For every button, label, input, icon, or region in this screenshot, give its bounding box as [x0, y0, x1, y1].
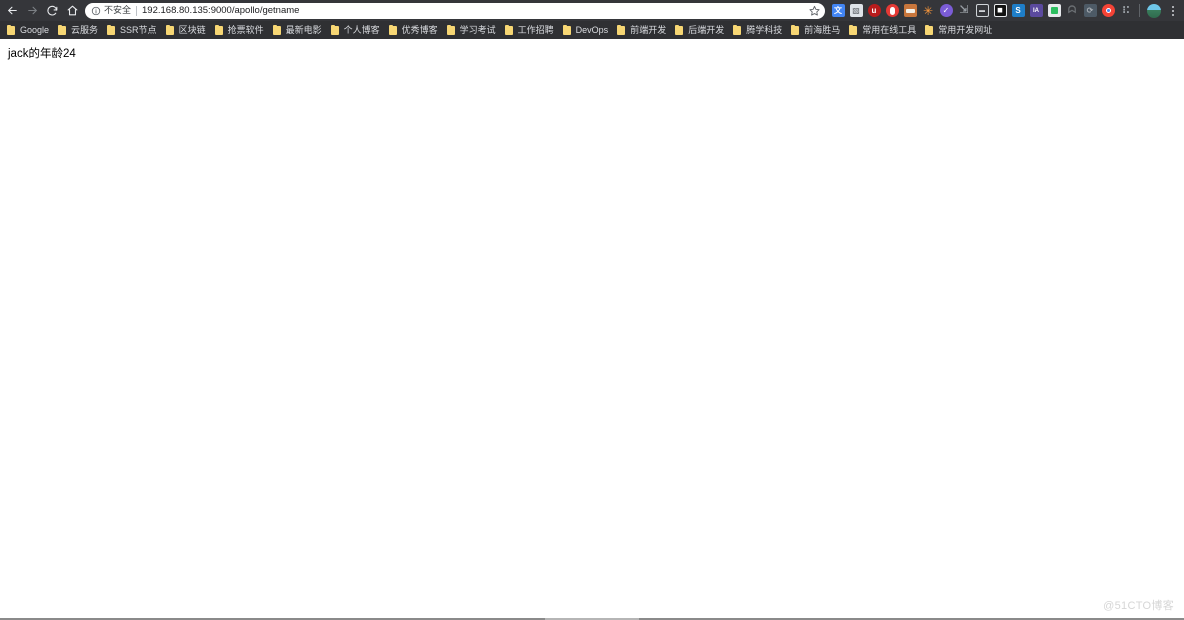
forward-button[interactable]	[22, 1, 42, 21]
page-body-text: jack的年龄24	[8, 48, 76, 60]
bookmark-item[interactable]: 常用在线工具	[845, 23, 921, 38]
google-translate-extension[interactable]: 文	[829, 0, 847, 21]
mouse-gestures-extension[interactable]: ⇲	[955, 0, 973, 21]
bookmark-folder-icon	[675, 24, 684, 35]
bookmark-folder-icon	[562, 24, 571, 35]
bookmark-item[interactable]: 工作招聘	[501, 23, 559, 38]
bookmark-label: 常用开发网址	[938, 24, 993, 35]
bookmark-label: 学习考试	[459, 24, 496, 35]
bookmark-item[interactable]: 抢票软件	[211, 23, 269, 38]
bookmark-folder-icon	[733, 24, 742, 35]
toolbar-divider	[1139, 4, 1140, 17]
red-shield-extension[interactable]	[883, 0, 901, 21]
bookmark-label: Google	[20, 24, 50, 35]
bookmark-label: DevOps	[575, 24, 609, 35]
bookmark-label: 前端开发	[630, 24, 667, 35]
wappalyzer-extension[interactable]	[901, 0, 919, 21]
bookmark-label: 工作招聘	[517, 24, 554, 35]
bookmark-label: 最新电影	[285, 24, 322, 35]
bookmark-folder-icon	[330, 24, 339, 35]
bookmark-folder-icon	[446, 24, 455, 35]
bookmark-folder-icon	[617, 24, 626, 35]
video-download-extension[interactable]: ▬	[973, 0, 991, 21]
bookmark-label: 优秀博客	[401, 24, 438, 35]
browser-toolbar: 不安全 192.168.80.135:9000/apollo/getname 文…	[0, 0, 1184, 21]
home-button[interactable]	[62, 1, 82, 21]
bookmark-folder-icon	[107, 24, 116, 35]
bookmark-folder-icon	[388, 24, 397, 35]
grammar-check-extension[interactable]: ✓	[937, 0, 955, 21]
ghost-extension[interactable]: ᗣ	[1063, 0, 1081, 21]
reload-button[interactable]	[42, 1, 62, 21]
bookmark-label: 腾学科技	[746, 24, 783, 35]
bookmark-item[interactable]: 学习考试	[443, 23, 501, 38]
bookmark-item[interactable]: 最新电影	[269, 23, 327, 38]
bookmark-folder-icon	[791, 24, 800, 35]
menu-dot-icon	[1172, 9, 1174, 12]
page-content: jack的年龄24 @51CTO博客	[0, 39, 1184, 620]
watermark: @51CTO博客	[1103, 600, 1174, 612]
bookmark-item[interactable]: 前海胜马	[787, 23, 845, 38]
bookmark-item[interactable]: 云服务	[54, 23, 103, 38]
sync-extension[interactable]: ⟳	[1081, 0, 1099, 21]
screenshot-extension[interactable]: ▧	[847, 0, 865, 21]
ublock-origin-extension[interactable]: u	[865, 0, 883, 21]
bookmark-item[interactable]: DevOps	[559, 23, 614, 38]
extension-toolbar: 文 ▧ u ✳ ✓ ⇲ ▬ ◼ S IA ᗣ ⟳ ⁝⁚	[829, 0, 1182, 21]
avatar	[1147, 3, 1161, 18]
bookmark-item[interactable]: 后端开发	[671, 23, 729, 38]
ia-writer-extension[interactable]: IA	[1027, 0, 1045, 21]
bookmark-folder-icon	[214, 24, 223, 35]
evernote-extension[interactable]	[1045, 0, 1063, 21]
bookmarks-bar: Google 云服务 SSR节点 区块链 抢票软件 最新电影 个人博客 优秀博客 学习考试 工作招…	[0, 21, 1184, 39]
menu-dot-icon	[1172, 13, 1174, 16]
puzzle-extensions-button[interactable]: ⁝⁚	[1117, 0, 1135, 21]
bookmark-folder-icon	[272, 24, 281, 35]
scribd-extension[interactable]: S	[1009, 0, 1027, 21]
omnibox-divider	[136, 5, 138, 16]
info-circle-icon[interactable]	[90, 5, 101, 16]
bookmark-label: 抢票软件	[227, 24, 264, 35]
chrome-menu-button[interactable]	[1164, 0, 1182, 21]
bookmark-item[interactable]: 常用开发网址	[921, 23, 997, 38]
chrome-logo-extension[interactable]	[1099, 0, 1117, 21]
bookmark-folder-icon	[58, 24, 67, 35]
bookmark-item[interactable]: Google	[3, 23, 54, 38]
bookmark-item[interactable]: 区块链	[162, 23, 211, 38]
bookmark-star-icon[interactable]	[807, 4, 821, 18]
bookmark-label: 云服务	[71, 24, 99, 35]
bookmark-item[interactable]: 个人博客	[327, 23, 385, 38]
profile-avatar[interactable]	[1144, 0, 1164, 21]
bookmark-folder-icon	[504, 24, 513, 35]
bookmark-item[interactable]: 前端开发	[613, 23, 671, 38]
bookmark-label: 后端开发	[688, 24, 725, 35]
bookmark-item[interactable]: 优秀博客	[385, 23, 443, 38]
bookmark-label: 常用在线工具	[862, 24, 917, 35]
bookmark-label: SSR节点	[120, 24, 157, 35]
bookmark-label: 区块链	[178, 24, 206, 35]
bookmark-label: 前海胜马	[804, 24, 841, 35]
postman-extension[interactable]: ✳	[919, 0, 937, 21]
bookmark-folder-icon	[925, 24, 934, 35]
security-status-text: 不安全	[104, 5, 132, 15]
address-bar[interactable]: 不安全 192.168.80.135:9000/apollo/getname	[85, 2, 825, 19]
bookmark-label: 个人博客	[343, 24, 380, 35]
bookmark-item[interactable]: SSR节点	[103, 23, 162, 38]
dark-square-extension[interactable]: ◼	[991, 0, 1009, 21]
browser-window: 不安全 192.168.80.135:9000/apollo/getname 文…	[0, 0, 1184, 620]
bookmark-item[interactable]: 腾学科技	[729, 23, 787, 38]
bookmark-folder-icon	[849, 24, 858, 35]
bookmark-folder-icon	[165, 24, 174, 35]
back-button[interactable]	[2, 1, 22, 21]
bookmark-folder-icon	[7, 24, 15, 35]
menu-dot-icon	[1172, 5, 1174, 8]
url-text[interactable]: 192.168.80.135:9000/apollo/getname	[142, 6, 803, 16]
